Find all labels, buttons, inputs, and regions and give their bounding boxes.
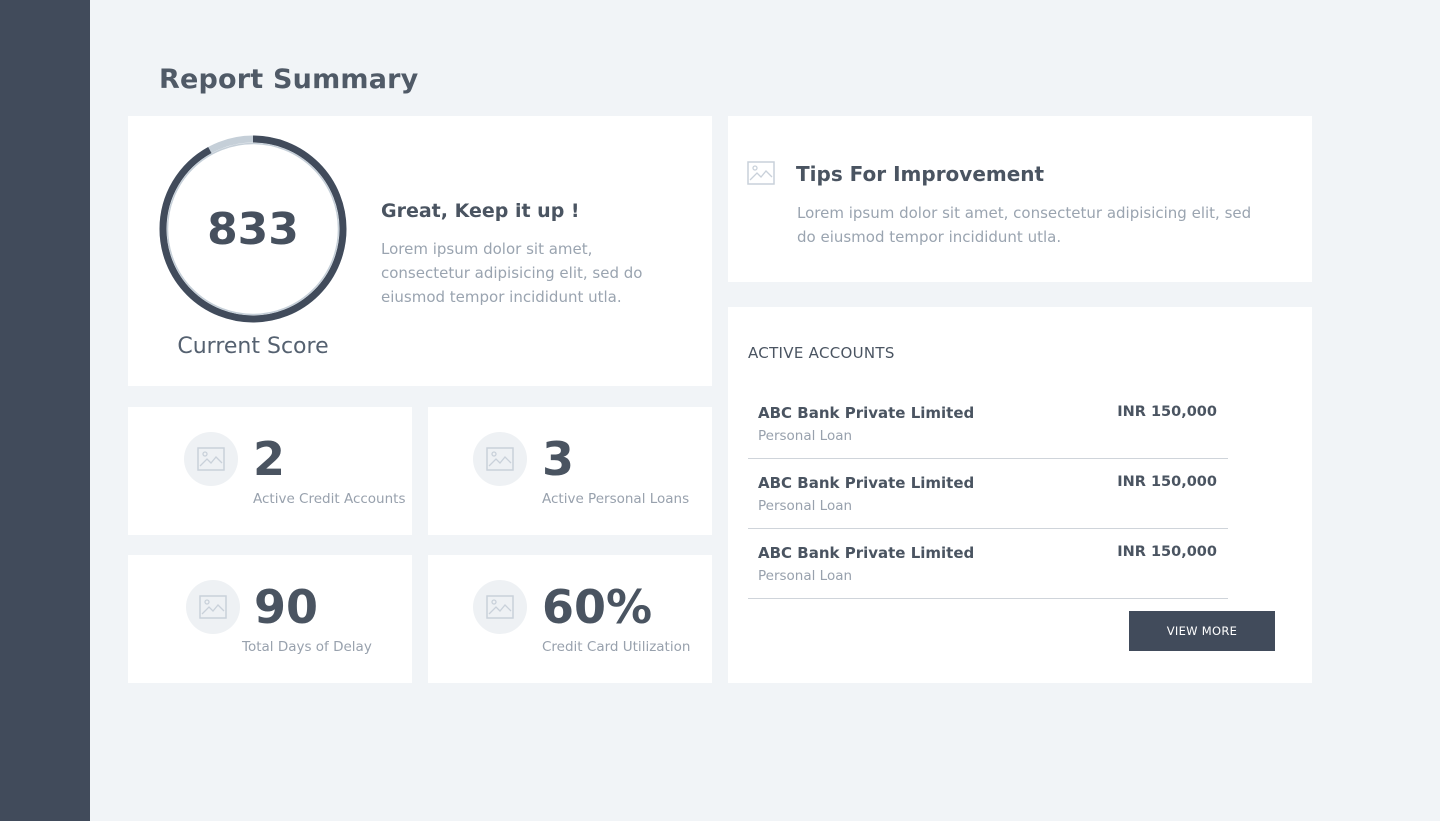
account-row[interactable]: ABC Bank Private Limited Personal Loan I… [748, 529, 1228, 599]
account-row[interactable]: ABC Bank Private Limited Personal Loan I… [748, 459, 1228, 529]
stat-card-days-delay: 90 Total Days of Delay [128, 555, 412, 683]
image-icon [473, 580, 527, 634]
account-type: Personal Loan [758, 498, 853, 514]
stat-value: 90 [254, 580, 319, 634]
account-row[interactable]: ABC Bank Private Limited Personal Loan I… [748, 389, 1228, 459]
sidebar [0, 0, 90, 821]
score-label: Current Score [177, 334, 329, 359]
page-title: Report Summary [159, 64, 419, 95]
accounts-list: ABC Bank Private Limited Personal Loan I… [748, 389, 1228, 599]
account-type: Personal Loan [758, 568, 853, 584]
account-type: Personal Loan [758, 428, 853, 444]
score-card: 833 Current Score Great, Keep it up ! Lo… [128, 116, 712, 386]
image-icon [473, 432, 527, 486]
stat-label: Active Personal Loans [542, 491, 690, 507]
stat-label: Active Credit Accounts [253, 491, 406, 507]
tips-text: Lorem ipsum dolor sit amet, consectetur … [797, 204, 1252, 246]
score-ring: 833 [158, 134, 348, 324]
stat-card-card-utilization: 60% Credit Card Utilization [428, 555, 712, 683]
feedback-text: Lorem ipsum dolor sit amet, consectetur … [381, 240, 643, 306]
account-amount: INR 150,000 [1117, 544, 1217, 560]
view-more-button[interactable]: VIEW MORE [1129, 611, 1275, 651]
image-icon [186, 580, 240, 634]
active-accounts-card: ACTIVE ACCOUNTS ABC Bank Private Limited… [728, 307, 1312, 683]
stat-value: 2 [253, 432, 286, 486]
account-amount: INR 150,000 [1117, 404, 1217, 420]
stat-label: Total Days of Delay [242, 639, 372, 655]
image-icon [184, 432, 238, 486]
image-icon [747, 161, 775, 189]
feedback-title: Great, Keep it up ! [381, 200, 580, 222]
accounts-title: ACTIVE ACCOUNTS [748, 344, 895, 362]
tips-card: Tips For Improvement Lorem ipsum dolor s… [728, 116, 1312, 282]
stat-card-personal-loans: 3 Active Personal Loans [428, 407, 712, 535]
account-name: ABC Bank Private Limited [758, 474, 975, 492]
tips-title: Tips For Improvement [796, 162, 1045, 186]
account-amount: INR 150,000 [1117, 474, 1217, 490]
account-name: ABC Bank Private Limited [758, 404, 975, 422]
score-value: 833 [207, 203, 299, 255]
stat-value: 3 [542, 432, 575, 486]
account-name: ABC Bank Private Limited [758, 544, 975, 562]
stat-label: Credit Card Utilization [542, 639, 691, 655]
stat-card-credit-accounts: 2 Active Credit Accounts [128, 407, 412, 535]
stat-value: 60% [542, 580, 653, 634]
